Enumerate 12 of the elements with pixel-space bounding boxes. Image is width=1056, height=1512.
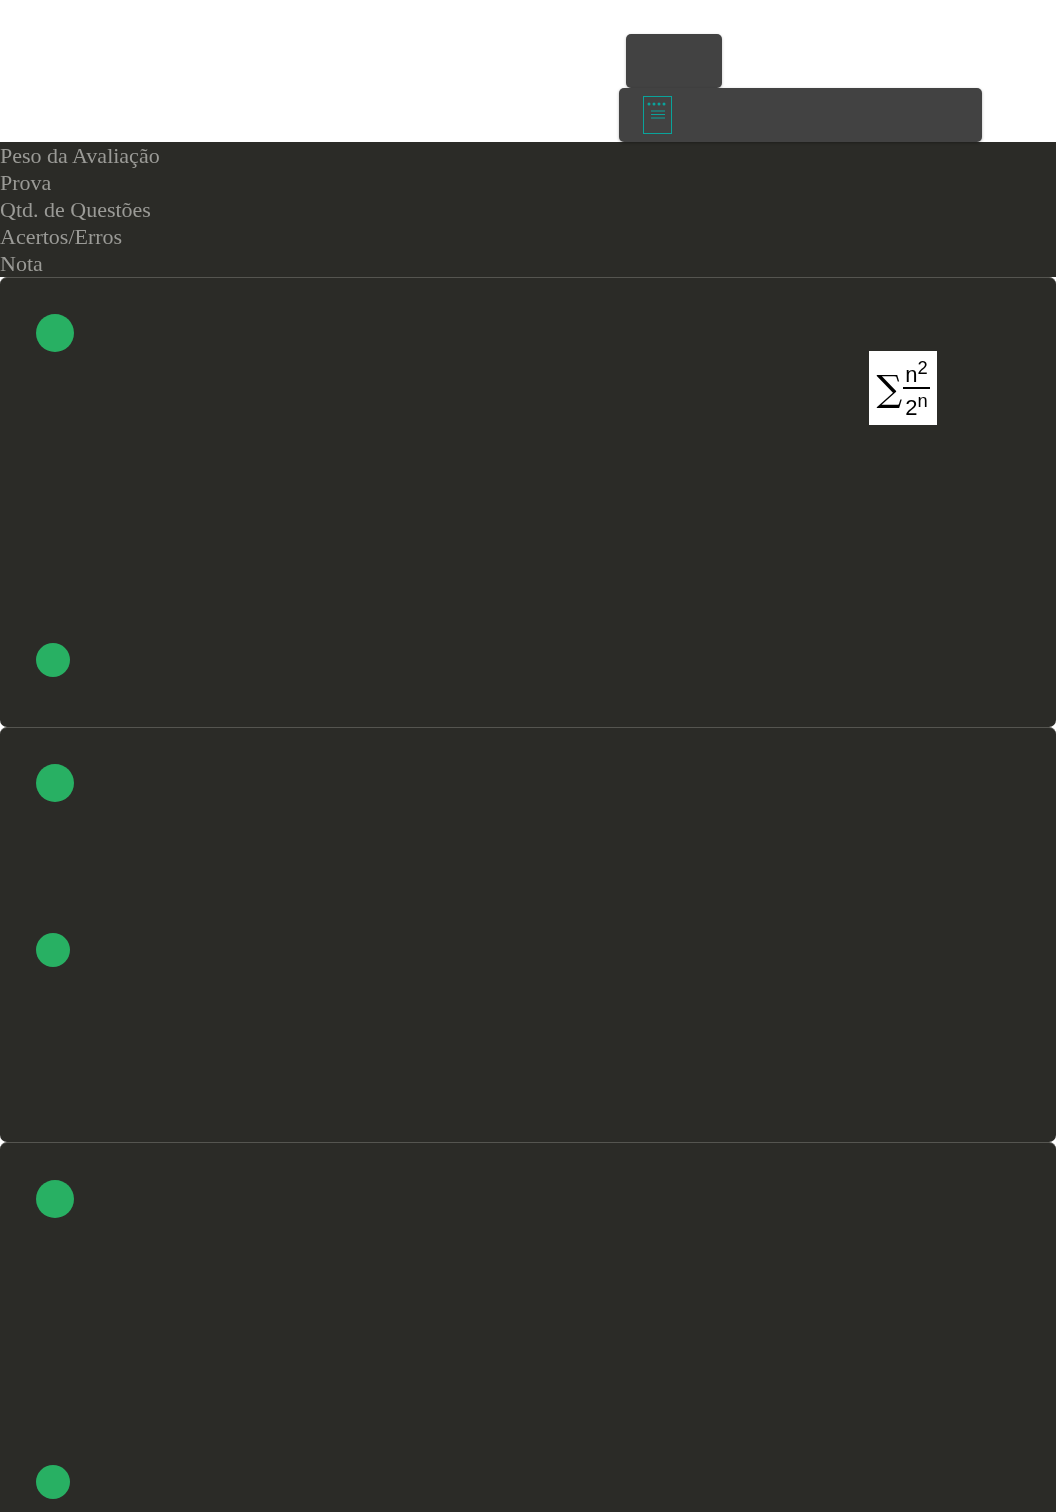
summary-label: Peso da Avaliação	[0, 142, 160, 169]
status-dot	[36, 643, 70, 677]
status-dot	[36, 314, 74, 352]
status-dot	[36, 764, 74, 802]
status-dot	[36, 1465, 70, 1499]
document-icon[interactable]	[643, 96, 673, 134]
status-dot	[36, 933, 70, 967]
summary-label: Nota	[0, 250, 43, 277]
summary-label: Acertos/Erros	[0, 223, 123, 250]
summary-label: Prova	[0, 169, 52, 196]
summary-label: Qtd. de Questões	[0, 196, 151, 223]
status-dot	[36, 1180, 74, 1218]
